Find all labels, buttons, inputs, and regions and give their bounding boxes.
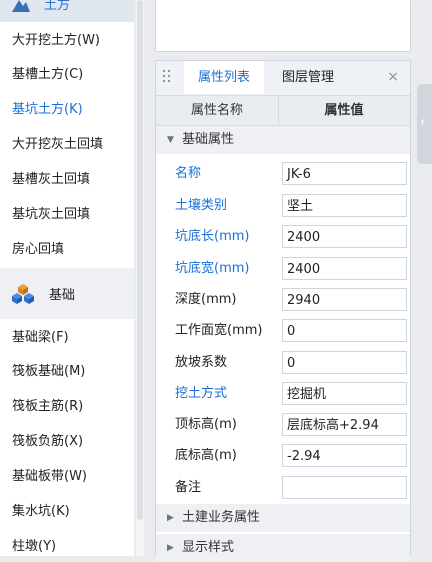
property-row: 放坡系数 0 [156,347,410,378]
tree-item-large-excavation[interactable]: 大开挖土方(W) [12,31,100,51]
property-value-field[interactable]: -2.94 [282,444,407,467]
drag-handle-icon[interactable] [163,70,171,84]
properties-panel: 属性列表 图层管理 × 属性名称 属性值 ▼ 基础属性 名称 JK-6 土壤类别… [155,60,411,562]
property-name: 备注 [175,480,202,495]
tree-item-foundation-strip[interactable]: 基础板带(W) [12,467,87,487]
group-label: 基础属性 [182,132,235,147]
column-header-value: 属性值 [324,103,364,118]
property-value-field[interactable]: 层底标高+2.94 [282,413,407,436]
tree-item-raft-foundation[interactable]: 筏板基础(M) [12,362,85,382]
tree-item-large-lime-backfill[interactable]: 大开挖灰土回填 [12,135,103,155]
property-name: 名称 [175,166,202,181]
tree-item-trench-earthwork[interactable]: 基槽土方(C) [12,65,83,85]
group-display-style[interactable]: ▶ 显示样式 [156,534,410,562]
property-name: 放坡系数 [175,355,228,370]
chevron-left-icon: ‹ [420,114,426,130]
tree-category-earthwork[interactable]: 土方 [0,0,134,22]
property-row: 备注 [156,472,410,503]
property-value-field[interactable]: 0 [282,319,407,342]
property-row: 顶标高(m) 层底标高+2.94 [156,409,410,440]
property-value-field[interactable]: 坚土 [282,194,407,217]
property-name: 深度(mm) [175,292,237,307]
tree-scrollbar-thumb[interactable] [137,0,143,520]
earthwork-icon [12,0,30,12]
tab-property-list[interactable]: 属性列表 [184,61,264,94]
tree-item-pit-earthwork[interactable]: 基坑土方(K) [12,100,83,120]
property-name: 坑底长(mm) [175,229,250,244]
group-label: 显示样式 [182,540,235,555]
property-row: 深度(mm) 2940 [156,284,410,315]
tree-item-trench-lime-backfill[interactable]: 基槽灰土回填 [12,170,90,190]
component-list-panel [155,0,411,52]
expand-arrow-icon: ▶ [167,513,174,523]
property-row: 土壤类别 坚土 [156,190,410,221]
property-value-field[interactable] [282,476,407,499]
panel-collapse-handle[interactable]: ‹ [417,84,432,164]
property-value-field[interactable]: 2400 [282,225,407,248]
tree-item-pit-lime-backfill[interactable]: 基坑灰土回填 [12,205,90,225]
tree-item-foundation-beam[interactable]: 基础梁(F) [12,328,69,348]
property-value-field[interactable]: JK-6 [282,162,407,185]
component-tree: 土方 大开挖土方(W) 基槽土方(C) 基坑土方(K) 大开挖灰土回填 基槽灰土… [0,0,134,556]
group-label: 土建业务属性 [182,510,261,525]
property-row: 挖土方式 挖掘机 [156,378,410,409]
property-row: 底标高(m) -2.94 [156,440,410,471]
property-row: 工作面宽(mm) 0 [156,315,410,346]
close-icon[interactable]: × [383,61,403,94]
tree-item-raft-main-rebar[interactable]: 筏板主筋(R) [12,397,83,417]
column-header-name: 属性名称 [156,96,279,125]
property-name: 土壤类别 [175,198,228,213]
property-row: 名称 JK-6 [156,158,410,189]
foundation-blocks-icon [12,284,34,304]
tab-layer-management[interactable]: 图层管理 [268,61,348,94]
property-table-header: 属性名称 属性值 [156,96,410,126]
property-row: 坑底宽(mm) 2400 [156,253,410,284]
property-name: 工作面宽(mm) [175,323,263,338]
tree-item-sump-pit[interactable]: 集水坑(K) [12,502,70,522]
tree-item-column-pier[interactable]: 柱墩(Y) [12,537,56,557]
tree-item-raft-negative-rebar[interactable]: 筏板负筋(X) [12,432,83,452]
property-name: 底标高(m) [175,448,237,463]
property-value-field[interactable]: 2940 [282,288,407,311]
group-basic-properties[interactable]: ▼ 基础属性 [156,126,410,154]
group-civil-properties[interactable]: ▶ 土建业务属性 [156,504,410,532]
tree-item-room-backfill[interactable]: 房心回填 [12,240,64,260]
tree-category-label: 土方 [44,0,71,13]
tree-category-label: 基础 [49,288,76,303]
property-name: 顶标高(m) [175,417,237,432]
property-value-field[interactable]: 2400 [282,257,407,280]
property-value-field[interactable]: 0 [282,351,407,374]
collapse-arrow-icon: ▼ [167,135,174,145]
property-row: 坑底长(mm) 2400 [156,221,410,252]
tree-category-foundation[interactable]: 基础 [0,268,134,319]
property-name: 坑底宽(mm) [175,261,250,276]
expand-arrow-icon: ▶ [167,543,174,553]
panel-tab-bar: 属性列表 图层管理 × [156,61,410,96]
property-value-field[interactable]: 挖掘机 [282,382,407,405]
property-name: 挖土方式 [175,386,228,401]
tree-scrollbar[interactable] [136,0,144,556]
